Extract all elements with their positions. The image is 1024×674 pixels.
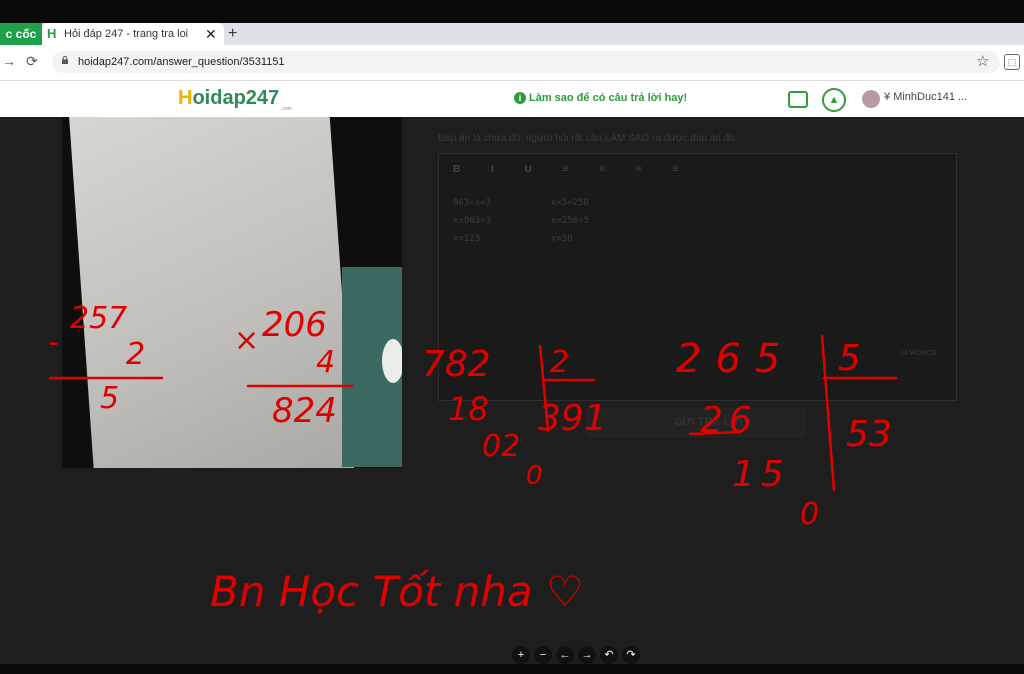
ink-number: 2 (126, 337, 145, 372)
ink-op: × (234, 323, 259, 358)
drawing-controls: + − ← → ↶ ↷ (512, 646, 640, 664)
ink-number: 265 (676, 336, 794, 382)
window-bottom-edge (0, 664, 1024, 674)
ink-number: 18 (448, 390, 489, 428)
ink-number: 15 (732, 454, 790, 495)
ink-op: - (48, 325, 59, 360)
ink-number: 257 (70, 301, 127, 336)
ink-number: 782 (422, 344, 491, 385)
ink-number: 4 (316, 345, 335, 380)
ink-number: 02 (482, 429, 520, 464)
undo-icon[interactable]: ↶ (600, 646, 618, 664)
redo-icon[interactable]: ↷ (622, 646, 640, 664)
arrow-left-icon[interactable]: ← (556, 646, 574, 664)
ink-number: 0 (526, 461, 543, 491)
ink-number: 5 (838, 338, 861, 379)
arrow-right-icon[interactable]: → (578, 646, 596, 664)
ink-number: 53 (846, 414, 892, 455)
zoom-in-icon[interactable]: + (512, 646, 530, 664)
ink-number: 391 (538, 398, 607, 439)
ink-number: 5 (100, 381, 119, 416)
ink-number: 824 (272, 391, 337, 431)
ink-number: 26 (700, 400, 758, 441)
ink-number: 0 (800, 497, 819, 532)
ink-number: 2 (550, 345, 569, 380)
ink-number: 206 (262, 305, 327, 345)
ink-annotations: - 257 2 5 × 206 4 824 782 2 391 18 02 0 … (48, 301, 898, 616)
zoom-out-icon[interactable]: − (534, 646, 552, 664)
ink-message: Bn Học Tốt nha ♡ (210, 567, 584, 616)
